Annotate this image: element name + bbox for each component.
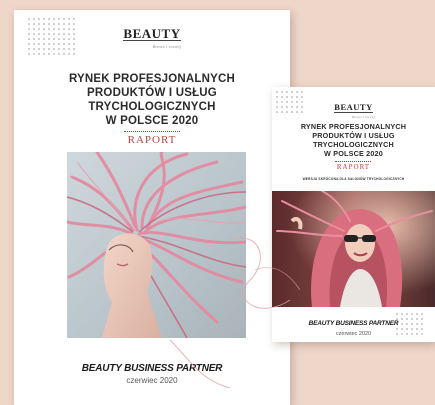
cover-photo xyxy=(272,191,435,307)
dot xyxy=(73,18,75,20)
title-line: RYNEK PROFESJONALNYCH xyxy=(68,73,236,85)
dot xyxy=(396,328,398,330)
dot xyxy=(281,91,283,93)
brand-name: BEAUTY xyxy=(334,102,373,113)
dot xyxy=(416,328,418,330)
dot xyxy=(73,53,75,55)
brand-name: BEAUTY xyxy=(123,26,181,41)
dot xyxy=(291,91,293,93)
dot xyxy=(301,91,303,93)
publisher-name: BEAUTY BUSINESS PARTNER xyxy=(81,363,223,374)
title-line: PRODUKTÓW I USŁUG xyxy=(87,87,217,99)
publication-date: czerwiec 2020 xyxy=(126,376,178,385)
brand-tagline: Biznes i rozwój xyxy=(152,44,182,49)
short-report-cover[interactable]: BEAUTY Biznes i rozwój RYNEK PROFESJONAL… xyxy=(272,87,435,342)
dot xyxy=(28,18,30,20)
pink-hair-woman-image xyxy=(272,191,435,307)
pink-hair-woman-image xyxy=(67,152,246,338)
dot xyxy=(28,53,30,55)
dot xyxy=(411,328,413,330)
dot xyxy=(406,328,408,330)
brand-logo: BEAUTY Biznes i rozwój xyxy=(272,97,435,119)
report-label: RAPORT xyxy=(336,163,371,171)
brand-logo: BEAUTY Biznes i rozwój xyxy=(14,25,290,49)
dot xyxy=(411,313,413,315)
dot xyxy=(58,18,60,20)
dot xyxy=(63,53,65,55)
dot xyxy=(421,313,423,315)
dot xyxy=(286,91,288,93)
dot xyxy=(416,313,418,315)
dot xyxy=(276,91,278,93)
dot xyxy=(396,313,398,315)
dot xyxy=(43,18,45,20)
dot xyxy=(53,53,55,55)
dot xyxy=(401,328,403,330)
dot xyxy=(406,313,408,315)
dot xyxy=(68,53,70,55)
report-title: RYNEK PROFESJONALNYCH PRODUKTÓW I USŁUG … xyxy=(272,122,435,158)
dot xyxy=(43,53,45,55)
title-line: TRYCHOLOGICZNYCH xyxy=(313,140,394,149)
dot xyxy=(63,18,65,20)
dot xyxy=(53,18,55,20)
dot xyxy=(38,18,40,20)
dot xyxy=(48,18,50,20)
cover-photo xyxy=(67,152,246,338)
title-line: RYNEK PROFESJONALNYCH xyxy=(300,122,407,131)
dot xyxy=(68,18,70,20)
publication-date: czerwiec 2020 xyxy=(335,331,372,337)
title-line: TRYCHOLOGICZNYCH xyxy=(88,101,216,113)
title-line: W POLSCE 2020 xyxy=(324,149,383,158)
dot xyxy=(33,18,35,20)
report-title: RYNEK PROFESJONALNYCH PRODUKTÓW I USŁUG … xyxy=(14,72,290,128)
title-line: PRODUKTÓW I USŁUG xyxy=(312,131,395,140)
dot xyxy=(38,53,40,55)
brand-tagline: Biznes i rozwój xyxy=(352,115,375,119)
title-divider xyxy=(335,161,371,162)
dot xyxy=(33,53,35,55)
report-subtitle: WERSJA SKRÓCONA DLA SALONÓW TRYCHOLOGICZ… xyxy=(302,177,405,181)
dot xyxy=(421,328,423,330)
title-divider xyxy=(124,131,180,132)
dot xyxy=(296,91,298,93)
title-line: W POLSCE 2020 xyxy=(105,115,199,127)
dot xyxy=(48,53,50,55)
main-report-cover[interactable]: BEAUTY Biznes i rozwój RYNEK PROFESJONAL… xyxy=(14,10,290,405)
dot xyxy=(401,313,403,315)
publisher-name: BEAUTY BUSINESS PARTNER xyxy=(308,320,399,327)
dot xyxy=(58,53,60,55)
report-label: RAPORT xyxy=(127,134,177,146)
